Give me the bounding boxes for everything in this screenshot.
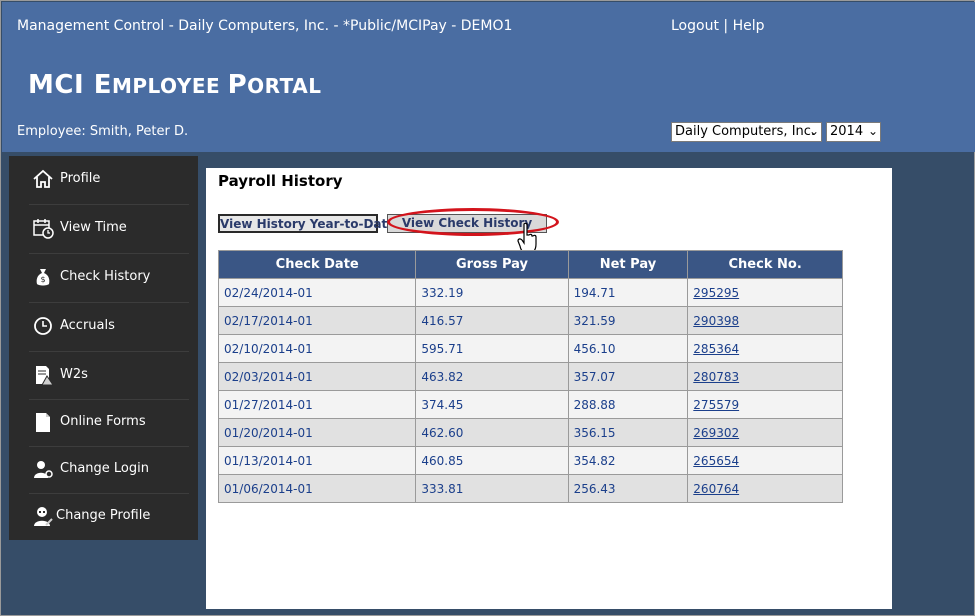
sidebar-item-label: Check History [60,269,151,284]
portal-title-part: P [227,70,248,100]
table-row: 02/10/2014-01 595.71 456.10 285364 [217,334,843,363]
money-bag-icon: $ [36,269,50,286]
help-link[interactable]: Help [733,18,765,34]
gross-pay-cell: 595.71 [415,334,569,363]
sidebar-item-label: Profile [60,171,101,186]
top-links: Logout | Help [671,18,764,34]
logout-link[interactable]: Logout [671,18,719,34]
sidebar-item-label: Online Forms [60,414,146,429]
table-row: 01/27/2014-01 374.45 288.88 275579 [217,390,843,419]
portal-title-part: ORTAL [247,74,322,98]
column-header: Check Date [217,250,417,279]
header: Management Control - Daily Computers, In… [2,2,975,152]
home-icon [33,169,53,188]
sidebar-item-online-forms[interactable]: Online Forms [9,399,198,447]
column-header: Gross Pay [415,250,569,279]
svg-text:$: $ [40,275,45,284]
year-select-value: 2014 [830,124,864,139]
net-pay-cell: 194.71 [567,278,689,307]
check-date-cell: 02/03/2014-01 [217,362,417,391]
table-row: 01/13/2014-01 460.85 354.82 265654 [217,446,843,475]
gross-pay-cell: 416.57 [415,306,569,335]
check-date-cell: 01/20/2014-01 [217,418,417,447]
sidebar-item-change-login[interactable]: Change Login [9,446,198,494]
view-history-ytd-button[interactable]: View History Year-to-Date [218,214,395,233]
check-date-cell: 01/27/2014-01 [217,390,417,419]
sidebar-item-change-profile[interactable]: Change Profile [9,493,198,541]
check-date-cell: 01/06/2014-01 [217,474,417,503]
check-number-link[interactable]: 285364 [687,334,843,363]
table-row: 02/24/2014-01 332.19 194.71 295295 [217,278,843,307]
check-date-cell: 01/13/2014-01 [217,446,417,475]
sidebar-item-view-time[interactable]: View Time [9,205,198,253]
net-pay-cell: 356.15 [567,418,689,447]
gross-pay-cell: 374.45 [415,390,569,419]
check-number-link[interactable]: 295295 [687,278,843,307]
app-title: Management Control - Daily Computers, In… [17,18,513,34]
net-pay-cell: 357.07 [567,362,689,391]
net-pay-cell: 288.88 [567,390,689,419]
company-select[interactable]: Daily Computers, Inc. ⌄ [671,122,822,142]
table-header-row: Check Date Gross Pay Net Pay Check No. [217,250,843,279]
chevron-down-icon: ⌄ [867,124,878,138]
chevron-down-icon: ⌄ [808,124,819,138]
user-edit-icon [34,507,53,526]
company-select-value: Daily Computers, Inc. [675,124,816,139]
check-number-link[interactable]: 280783 [687,362,843,391]
page-title: Payroll History [218,172,343,190]
portal-title-part: E [93,70,112,100]
check-number-link[interactable]: 290398 [687,306,843,335]
gross-pay-cell: 333.81 [415,474,569,503]
net-pay-cell: 354.82 [567,446,689,475]
check-number-link[interactable]: 275579 [687,390,843,419]
table-row: 01/20/2014-01 462.60 356.15 269302 [217,418,843,447]
payroll-table: Check Date Gross Pay Net Pay Check No. 0… [217,250,843,503]
check-number-link[interactable]: 269302 [687,418,843,447]
sidebar: Profile View Time $ Check History Accrua… [9,156,198,540]
net-pay-cell: 256.43 [567,474,689,503]
sidebar-item-w2s[interactable]: W2s [9,352,198,400]
gross-pay-cell: 462.60 [415,418,569,447]
sidebar-item-check-history[interactable]: $ Check History [9,254,198,302]
sidebar-item-accruals[interactable]: Accruals [9,303,198,351]
link-separator: | [723,18,729,34]
gross-pay-cell: 460.85 [415,446,569,475]
sidebar-item-label: W2s [60,367,88,382]
main-content: Payroll History View History Year-to-Dat… [206,168,892,609]
clock-icon [34,317,52,335]
table-row: 02/17/2014-01 416.57 321.59 290398 [217,306,843,335]
app-window: Management Control - Daily Computers, In… [0,0,975,616]
sidebar-item-label: Change Login [60,461,149,476]
portal-title-part: MCI [28,70,94,100]
sidebar-item-label: View Time [60,220,127,235]
table-row: 02/03/2014-01 463.82 357.07 280783 [217,362,843,391]
check-number-link[interactable]: 260764 [687,474,843,503]
document-icon [36,413,50,432]
column-header: Net Pay [567,250,689,279]
calendar-clock-icon [33,219,54,239]
document-warning-icon [36,366,54,386]
gross-pay-cell: 332.19 [415,278,569,307]
check-date-cell: 02/17/2014-01 [217,306,417,335]
gross-pay-cell: 463.82 [415,362,569,391]
user-key-icon [34,461,53,478]
table-row: 01/06/2014-01 333.81 256.43 260764 [217,474,843,503]
employee-name: Employee: Smith, Peter D. [17,124,189,139]
check-number-link[interactable]: 265654 [687,446,843,475]
net-pay-cell: 456.10 [567,334,689,363]
portal-title: MCI EMPLOYEE PORTAL [28,70,322,100]
sidebar-item-profile[interactable]: Profile [9,156,198,204]
check-date-cell: 02/10/2014-01 [217,334,417,363]
year-select[interactable]: 2014 ⌄ [826,122,881,142]
check-date-cell: 02/24/2014-01 [217,278,417,307]
net-pay-cell: 321.59 [567,306,689,335]
sidebar-item-label: Accruals [60,318,115,333]
portal-title-part: MPLOYEE [111,74,228,98]
column-header: Check No. [687,250,843,279]
sidebar-item-label: Change Profile [56,508,151,523]
